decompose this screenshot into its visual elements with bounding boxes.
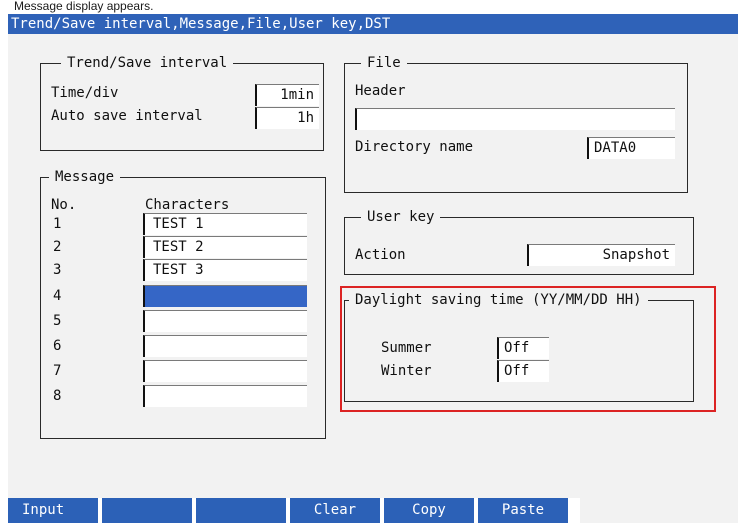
message-no-8: 8: [53, 388, 62, 404]
message-no-1: 1: [53, 216, 62, 232]
message-characters-header: Characters: [145, 197, 230, 213]
softkey-copy[interactable]: Copy: [384, 498, 474, 523]
recorder-screen: Trend/Save interval,Message,File,User ke…: [8, 14, 738, 523]
message-no-3: 3: [53, 262, 62, 278]
dst-highlight-box: [340, 286, 716, 412]
directory-name-label: Directory name: [355, 139, 474, 155]
time-div-field[interactable]: 1min: [255, 84, 319, 106]
trend-save-title: Trend/Save interval: [61, 54, 234, 72]
auto-save-label: Auto save interval: [51, 108, 203, 124]
directory-name-field[interactable]: DATA0: [587, 137, 675, 159]
softkey-input[interactable]: Input: [8, 498, 98, 523]
time-div-label: Time/div: [51, 85, 119, 101]
action-field[interactable]: Snapshot: [527, 244, 675, 266]
message-field-5[interactable]: [143, 310, 307, 332]
message-group: Message No. Characters 1 TEST 1 2 TEST 2…: [40, 168, 326, 439]
message-no-2: 2: [53, 239, 62, 255]
header-field[interactable]: [355, 108, 675, 130]
file-group: File Header Directory name DATA0: [344, 54, 688, 193]
message-field-2[interactable]: TEST 2: [143, 236, 307, 258]
softkey-bar: Input Clear Copy Paste: [8, 498, 580, 523]
message-field-7[interactable]: [143, 360, 307, 382]
message-field-3[interactable]: TEST 3: [143, 259, 307, 281]
softkey-clear[interactable]: Clear: [290, 498, 380, 523]
softkey-paste[interactable]: Paste: [478, 498, 568, 523]
message-title: Message: [49, 168, 121, 186]
message-field-8[interactable]: [143, 385, 307, 407]
softkey-2[interactable]: [102, 498, 192, 523]
user-key-group: User key Action Snapshot: [344, 208, 694, 275]
action-label: Action: [355, 247, 406, 263]
file-title: File: [361, 54, 407, 72]
user-key-title: User key: [361, 208, 441, 226]
message-no-4: 4: [53, 288, 62, 304]
message-field-4[interactable]: [143, 285, 307, 307]
auto-save-field[interactable]: 1h: [255, 107, 319, 129]
message-no-7: 7: [53, 363, 62, 379]
message-no-5: 5: [53, 313, 62, 329]
screen-title: Trend/Save interval,Message,File,User ke…: [8, 14, 738, 34]
softkey-3[interactable]: [196, 498, 286, 523]
message-field-1[interactable]: TEST 1: [143, 213, 307, 235]
message-no-6: 6: [53, 338, 62, 354]
message-no-header: No.: [51, 197, 77, 213]
message-field-6[interactable]: [143, 335, 307, 357]
header-label: Header: [355, 83, 406, 99]
page-caption: Message display appears.: [14, 0, 154, 13]
trend-save-group: Trend/Save interval Time/div 1min Auto s…: [40, 54, 324, 151]
